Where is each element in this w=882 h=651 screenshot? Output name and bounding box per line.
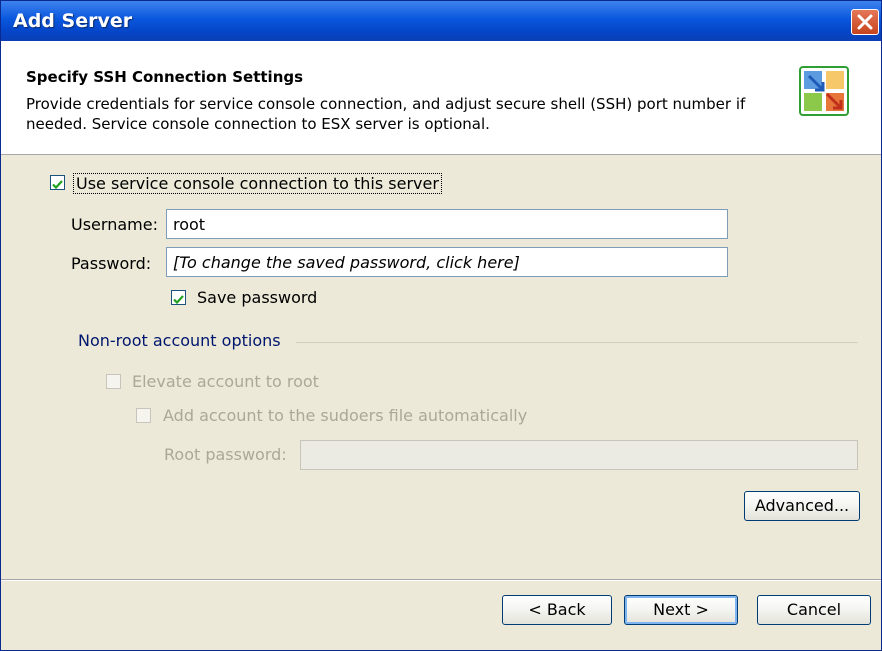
use-console-checkbox[interactable] bbox=[50, 175, 65, 190]
password-label: Password: bbox=[71, 254, 152, 273]
save-password-checkbox[interactable] bbox=[171, 290, 186, 305]
elevate-checkbox[interactable] bbox=[106, 374, 121, 389]
sudoers-checkbox[interactable] bbox=[136, 408, 151, 423]
title-bar[interactable]: Add Server bbox=[1, 1, 881, 41]
sudoers-label: Add account to the sudoers file automati… bbox=[163, 406, 528, 425]
page-title: Specify SSH Connection Settings bbox=[26, 68, 304, 86]
window-title: Add Server bbox=[13, 10, 133, 32]
wizard-header: Specify SSH Connection Settings Provide … bbox=[1, 41, 881, 155]
checkmark-icon bbox=[173, 295, 184, 305]
close-icon bbox=[857, 14, 873, 30]
next-button[interactable]: Next > bbox=[624, 595, 738, 625]
back-button[interactable]: < Back bbox=[502, 595, 612, 625]
save-password-label[interactable]: Save password bbox=[197, 288, 317, 307]
checkmark-icon bbox=[52, 180, 63, 190]
root-password-label: Root password: bbox=[164, 445, 287, 464]
elevate-label: Elevate account to root bbox=[132, 372, 319, 391]
username-field[interactable]: root bbox=[166, 209, 728, 239]
advanced-button[interactable]: Advanced... bbox=[744, 491, 860, 521]
page-description: Provide credentials for service console … bbox=[26, 95, 746, 133]
cancel-button[interactable]: Cancel bbox=[757, 595, 871, 625]
root-password-field[interactable] bbox=[300, 440, 858, 470]
footer-divider-highlight bbox=[1, 580, 881, 581]
username-label: Username: bbox=[71, 215, 158, 234]
group-divider bbox=[296, 342, 858, 343]
password-field[interactable]: [To change the saved password, click her… bbox=[166, 247, 728, 277]
add-server-logo-icon bbox=[799, 66, 849, 116]
nonroot-group-title: Non-root account options bbox=[78, 331, 281, 350]
close-button[interactable] bbox=[851, 9, 879, 35]
use-console-label[interactable]: Use service console connection to this s… bbox=[73, 173, 442, 194]
add-server-dialog: Add Server Specify SSH Connection Settin… bbox=[0, 0, 882, 651]
